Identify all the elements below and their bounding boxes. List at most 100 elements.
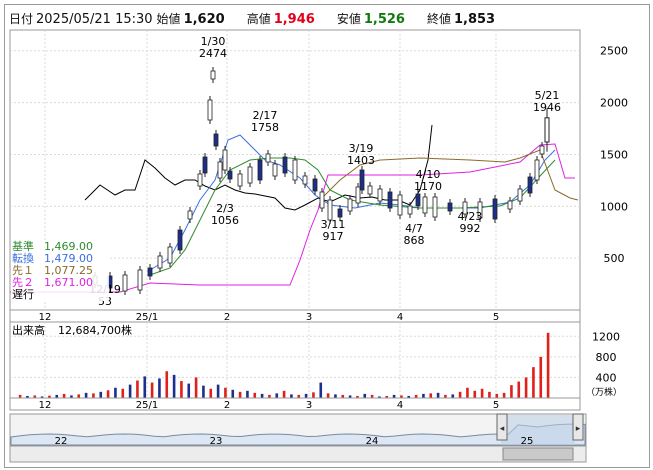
volume-value: 12,684,700株 xyxy=(58,323,132,337)
volume-bar xyxy=(326,393,330,398)
candle-body xyxy=(157,255,163,269)
x-tick-label: 25/1 xyxy=(136,312,158,323)
x-tick-label: 5 xyxy=(493,312,499,323)
candle-body xyxy=(247,166,253,184)
candle-body xyxy=(422,196,428,214)
volume-bar xyxy=(158,378,161,398)
candle-body xyxy=(272,163,278,177)
vol-tick-label: 1200 xyxy=(592,330,620,343)
volume-bar xyxy=(290,394,293,398)
candle-body xyxy=(197,173,203,187)
candle-body xyxy=(257,159,263,181)
candle-body xyxy=(359,169,365,191)
volume-bar xyxy=(224,387,227,398)
x-tick-label: 2 xyxy=(224,312,230,323)
navigator-window[interactable] xyxy=(501,415,575,445)
volume-bar xyxy=(363,393,367,398)
candle-body xyxy=(213,133,219,147)
volume-bar xyxy=(180,381,183,398)
annotation-value: 1056 xyxy=(211,214,239,227)
candle-body xyxy=(447,202,453,212)
volume-bar xyxy=(480,388,484,398)
candle-body xyxy=(237,173,243,187)
x-tick-label: 3 xyxy=(306,312,312,323)
candle-body xyxy=(265,153,271,163)
volume-bar xyxy=(121,388,125,398)
volume-bar xyxy=(231,389,235,398)
x-tick-label: 12 xyxy=(39,312,52,323)
volume-bar xyxy=(319,382,323,398)
last-candle-body xyxy=(544,117,550,143)
volume-bar xyxy=(84,392,88,398)
volume-bar xyxy=(539,356,543,398)
candle-body xyxy=(337,208,343,218)
scroll-left-handle[interactable]: ◂ xyxy=(496,413,508,441)
volume-bar xyxy=(194,377,198,398)
volume-bar xyxy=(114,387,117,398)
volume-bar xyxy=(517,381,521,398)
x-tick-label: 4 xyxy=(397,400,403,411)
volume-bar xyxy=(451,394,455,398)
scroll-left-icon[interactable]: ◂ xyxy=(500,424,505,434)
candle-body xyxy=(122,274,128,292)
volume-bar xyxy=(209,388,213,398)
vol-tick-label: 800 xyxy=(596,351,617,364)
volume-bar xyxy=(532,367,535,398)
candle-body xyxy=(517,188,523,202)
volume-bar xyxy=(238,391,242,398)
legend-label: 遅行 xyxy=(12,288,34,301)
volume-bar xyxy=(495,393,499,398)
scrollbar-thumb[interactable] xyxy=(502,447,574,461)
volume-bar xyxy=(510,385,513,398)
vol-tick-label: 400 xyxy=(596,371,617,384)
price-y-axis: 500 1000 1500 2000 2500 xyxy=(600,45,628,265)
candle-body xyxy=(387,191,393,209)
volume-bar xyxy=(253,392,257,398)
nav-year-22: 22 xyxy=(55,436,68,447)
volume-bar xyxy=(77,394,81,398)
volume-bar xyxy=(106,390,110,398)
candle-body xyxy=(217,161,223,179)
candle-body xyxy=(415,193,421,207)
scroll-right-icon[interactable]: ▸ xyxy=(576,424,581,434)
candle-body xyxy=(347,198,353,212)
legend-value: 1,671.00 xyxy=(44,276,93,289)
annotation-value: 1170 xyxy=(414,180,442,193)
annotation-value: 992 xyxy=(460,222,481,235)
volume-bar xyxy=(502,392,506,398)
volume-bar xyxy=(488,391,491,398)
volume-bar xyxy=(312,392,315,398)
navigator-scrollbar[interactable] xyxy=(9,445,587,463)
volume-bar xyxy=(150,382,154,398)
volume-bar xyxy=(334,394,337,398)
candle-body xyxy=(355,186,361,204)
candle-body xyxy=(432,196,438,218)
candle-body xyxy=(507,200,513,210)
volume-unit: （万株） xyxy=(586,386,622,398)
volume-bar xyxy=(436,392,440,398)
volume-bar xyxy=(260,393,264,398)
candle-body xyxy=(222,149,228,171)
annotation-value: 1758 xyxy=(251,121,279,134)
volume-bar xyxy=(99,391,103,398)
scroll-right-handle[interactable]: ▸ xyxy=(572,413,584,441)
x-tick-label: 3 xyxy=(306,400,312,411)
candle-body xyxy=(367,185,373,195)
annotation-value: 917 xyxy=(323,230,344,243)
nav-year-23: 23 xyxy=(210,436,223,447)
annotation-value: 1403 xyxy=(347,154,375,167)
volume-bar xyxy=(546,332,550,398)
volume-bar xyxy=(165,371,169,398)
candle-body xyxy=(327,199,333,221)
candle-body xyxy=(377,188,383,202)
candle-body xyxy=(534,159,540,181)
candle-body xyxy=(177,229,183,251)
volume-bar xyxy=(202,385,205,398)
candle-body xyxy=(147,267,153,277)
volume-bar xyxy=(246,390,249,398)
candle-body xyxy=(407,205,413,215)
candle-body xyxy=(282,156,288,174)
candle-body xyxy=(137,269,143,291)
x-tick-label: 5 xyxy=(493,400,499,411)
volume-bar xyxy=(304,393,308,398)
